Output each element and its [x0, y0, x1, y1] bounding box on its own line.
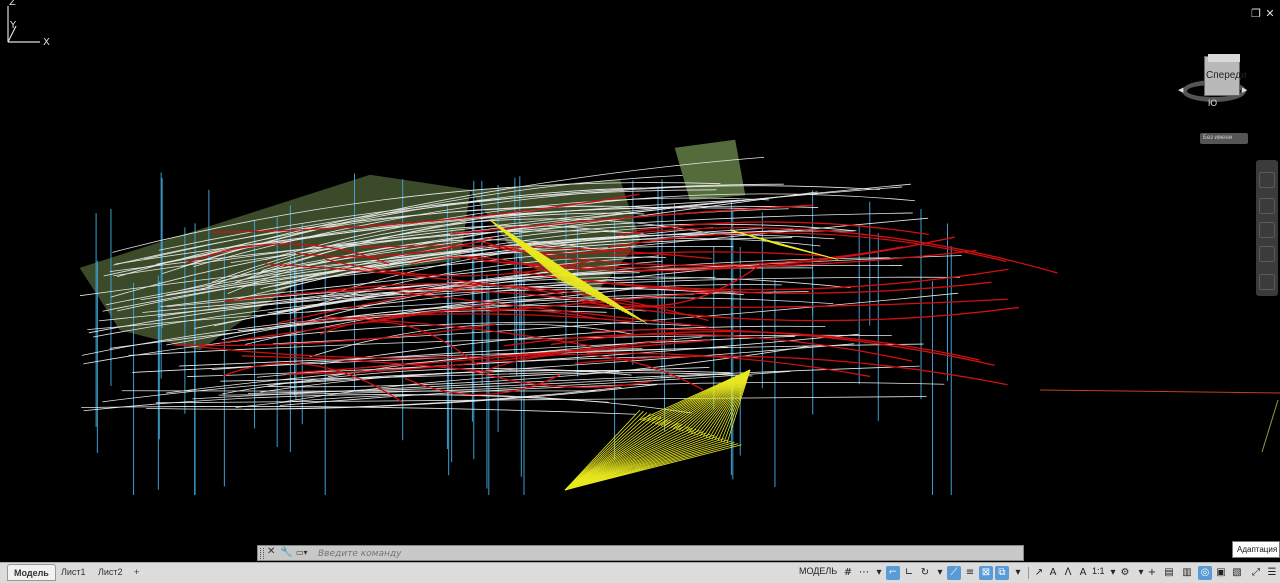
fault-line — [581, 301, 1020, 322]
tab-model[interactable]: Модель — [7, 564, 56, 581]
tab-layout1[interactable]: Лист1 — [55, 564, 92, 581]
snap-menu-icon[interactable]: ▾ — [872, 566, 886, 580]
tooltip: Адаптация — [1232, 541, 1280, 558]
ucs-x-label: X — [43, 37, 50, 48]
command-line-grip[interactable] — [260, 548, 264, 559]
lineweight-icon[interactable]: ≡ — [963, 566, 977, 580]
ortho-icon[interactable]: ∟ — [902, 566, 916, 580]
object-snap-icon[interactable]: ⊠ — [979, 566, 993, 580]
ucs-menu[interactable]: Без имени — [1200, 133, 1248, 144]
compass-south-label[interactable]: Ю — [1208, 98, 1217, 108]
navigation-bar — [1256, 160, 1278, 296]
tab-layout2[interactable]: Лист2 — [92, 564, 129, 581]
ucs-icon: X Z Y — [7, 0, 50, 48]
annotation-visibility-icon[interactable]: ↗ — [1032, 566, 1046, 580]
gear-icon[interactable]: ⚙ — [1118, 566, 1132, 580]
3d-model-scene[interactable] — [0, 0, 1280, 562]
auto-scale-icon[interactable]: ᐱ — [1061, 566, 1075, 580]
viewcube-face-label: Спереди — [1206, 70, 1247, 81]
fault-line — [322, 316, 592, 347]
isodraft-icon[interactable]: ⟋ — [947, 566, 961, 580]
fault-line — [471, 370, 654, 388]
customization-menu-icon[interactable]: ☰ — [1265, 566, 1279, 580]
status-bar: Модель Лист1 Лист2 + МОДЕЛЬ # ⋯ ▾ ⌐ ∟ ↻ … — [0, 562, 1280, 583]
viewcube[interactable]: Спереди Ю ▶ ◀ — [1178, 52, 1248, 110]
contour-line — [81, 406, 636, 415]
compass-west-marker: ◀ — [1178, 86, 1184, 94]
close-icon[interactable]: ✕ — [1264, 8, 1276, 20]
orbit-icon[interactable] — [1259, 246, 1275, 262]
annotation-monitor-icon[interactable]: A — [1076, 566, 1090, 580]
yellow-fan-line — [702, 369, 751, 438]
viewcube-top[interactable] — [1208, 54, 1240, 62]
restore-icon[interactable]: ❐ — [1250, 8, 1262, 20]
clean-screen-icon[interactable]: ▧ — [1230, 566, 1244, 580]
isolate-objects-icon[interactable]: ◎ — [1198, 566, 1212, 580]
showmotion-icon[interactable] — [1259, 274, 1275, 290]
zoom-icon[interactable] — [1259, 222, 1275, 238]
model-space-button[interactable]: МОДЕЛЬ — [799, 566, 837, 576]
add-icon[interactable]: + — [1145, 566, 1159, 580]
yellow-fan-line — [564, 415, 658, 491]
quick-properties-icon[interactable]: ▥ — [1180, 566, 1194, 580]
annotation-scale[interactable]: 1:1 — [1092, 566, 1105, 576]
x-axis-line — [1039, 389, 1280, 394]
compass-east-marker: ▶ — [1242, 86, 1248, 94]
model-viewport[interactable]: ❐ ✕ Спереди Ю ▶ ◀ Без имени X Z Y ✕ 🔧 ▭▾ — [0, 0, 1280, 562]
pan-icon[interactable] — [1259, 198, 1275, 214]
osnap-menu-icon[interactable]: ▾ — [1011, 566, 1025, 580]
steering-wheel-icon[interactable] — [1259, 172, 1275, 188]
selection-cycling-icon[interactable]: ⧉ — [995, 566, 1009, 580]
yellow-fan-line — [693, 369, 751, 435]
infer-constraints-icon[interactable]: ⌐ — [886, 566, 900, 580]
add-layout-button[interactable]: + — [128, 564, 145, 581]
command-input[interactable] — [318, 547, 1018, 560]
fault-line — [294, 313, 636, 324]
green-surface — [674, 139, 746, 201]
y-axis-line — [1261, 399, 1279, 453]
annotation-scale-icon[interactable]: A — [1046, 566, 1060, 580]
ucs-y-label: Y — [9, 20, 17, 31]
separator — [1028, 567, 1029, 579]
yellow-fan-line — [564, 421, 676, 491]
close-icon[interactable]: ✕ — [267, 546, 275, 557]
recent-commands-icon[interactable]: ▭▾ — [296, 548, 314, 559]
polar-tracking-icon[interactable]: ↻ — [918, 566, 932, 580]
grid-icon[interactable]: # — [841, 566, 855, 580]
ucs-z-label: Z — [9, 0, 16, 8]
customize-icon[interactable]: 🔧 — [280, 547, 292, 558]
fullscreen-icon[interactable]: ⤢ — [1249, 566, 1263, 580]
contour-line — [244, 384, 658, 410]
command-line: ✕ 🔧 ▭▾ — [257, 545, 1024, 561]
snap-icon[interactable]: ⋯ — [857, 566, 871, 580]
hardware-acceleration-icon[interactable]: ▣ — [1214, 566, 1228, 580]
contour-line — [235, 394, 692, 414]
polar-menu-icon[interactable]: ▾ — [933, 566, 947, 580]
units-icon[interactable]: ▤ — [1162, 566, 1176, 580]
